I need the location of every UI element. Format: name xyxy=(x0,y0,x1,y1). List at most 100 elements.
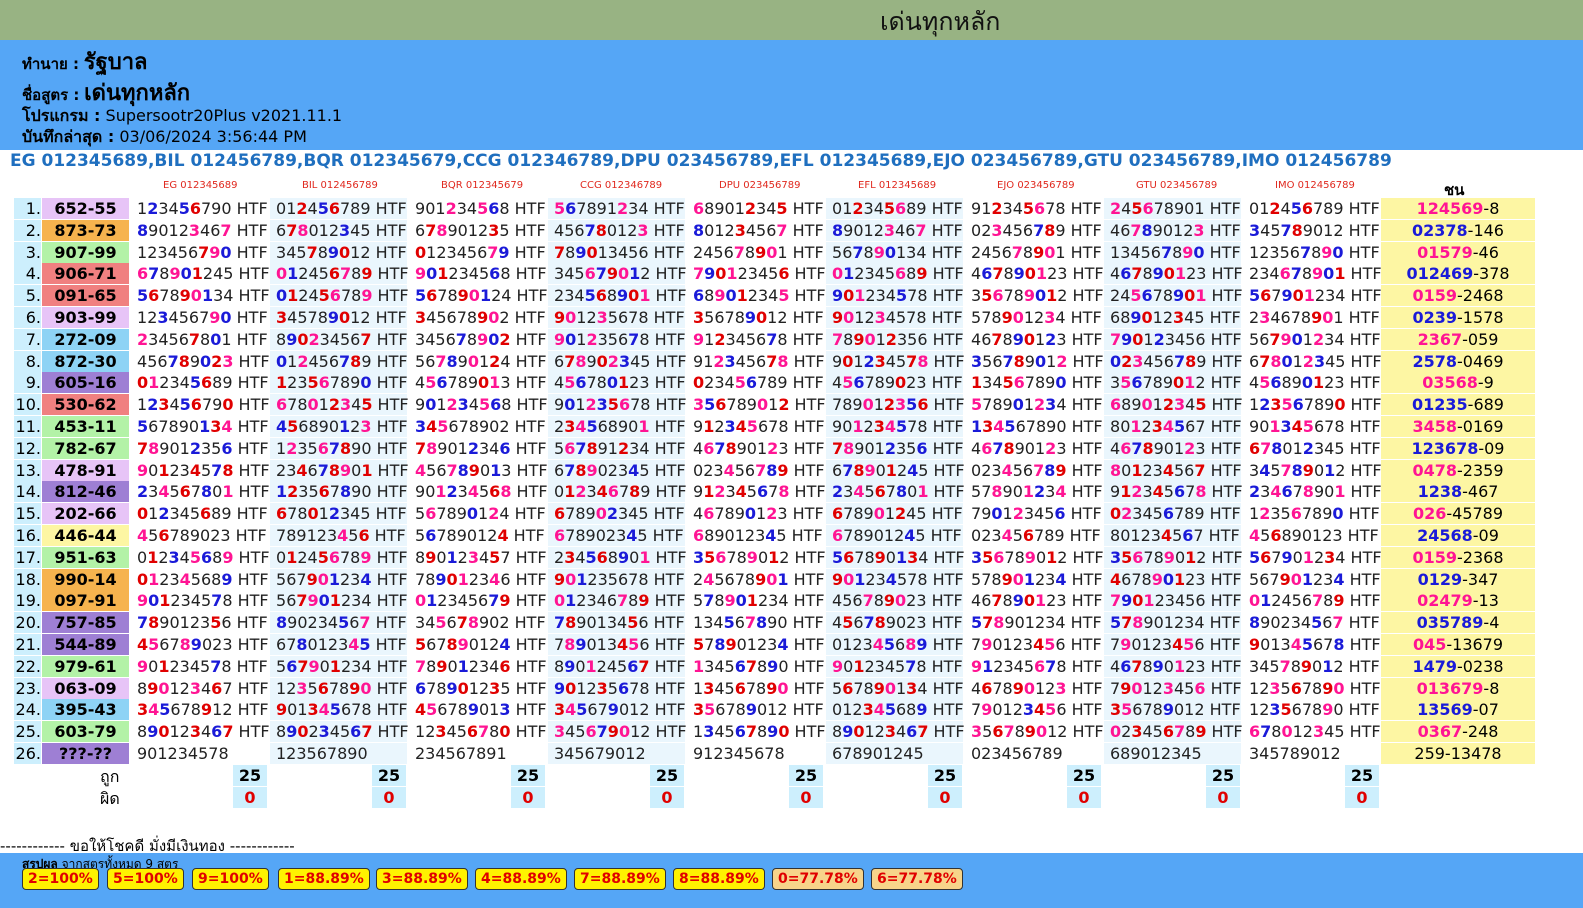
chon-hit: 035789 xyxy=(1416,613,1484,633)
hit-digit: 8 xyxy=(1333,635,1345,654)
hit-digit: 9 xyxy=(575,242,587,262)
hit-digit: 7 xyxy=(617,591,629,611)
formula-cell: 467890123 HTF xyxy=(1104,219,1241,241)
formula-cell: 345678902 HTF xyxy=(409,416,546,437)
miss-count: 0 xyxy=(1067,786,1101,808)
hit-digit: 3 xyxy=(296,678,308,698)
hit-digit: 3 xyxy=(554,722,566,742)
hit-digit: 8 xyxy=(766,460,778,480)
hit-digit: 0 xyxy=(1110,351,1122,371)
hit-digit: 1 xyxy=(576,569,588,589)
formula-cell: 567890134 HTF xyxy=(131,416,269,437)
formula-cell: 567890124 HTF xyxy=(409,503,546,525)
chon-value: 124569-8 xyxy=(1381,198,1535,219)
hit-digit: 3 xyxy=(693,308,705,327)
saved-label: บันทึกล่าสุด : xyxy=(22,127,115,146)
hit-digit: 6 xyxy=(874,482,886,502)
hit-digit: 0 xyxy=(1301,373,1313,393)
hit-digit: 5 xyxy=(137,286,149,306)
formula-cell: 678012345 HTF xyxy=(270,219,407,241)
hit-digit: 6 xyxy=(1162,722,1174,742)
formula-cell: 345679012 HTF xyxy=(548,699,686,721)
hit-digit: 2 xyxy=(296,199,308,218)
hit-digit: 9 xyxy=(1121,329,1133,349)
hit-digit: 4 xyxy=(415,460,427,480)
formula-cell: 678012345 HTF xyxy=(1243,350,1382,372)
hit-digit: 0 xyxy=(595,504,607,524)
hit-digit: 4 xyxy=(565,700,577,720)
hit-digit: 4 xyxy=(1055,482,1067,502)
formula-cell: 134567890 HTF xyxy=(687,655,825,677)
hit-digit: 6 xyxy=(981,678,993,698)
hit-digit: 6 xyxy=(1290,504,1302,524)
formula-cell: 912345678 HTF xyxy=(687,416,825,437)
hit-digit: 1 xyxy=(854,569,866,589)
hit-digit: 9 xyxy=(704,264,716,284)
hit-digit: 9 xyxy=(767,722,779,742)
info-panel: ทำนาย : รัฐบาล ชื่อสูตร : เด่นทุกหลัก โป… xyxy=(0,40,1583,150)
chon-value: 02378-146 xyxy=(1381,219,1535,241)
hit-digit: 9 xyxy=(169,264,181,284)
hit-digit: 3 xyxy=(637,220,649,240)
hit-digit: 6 xyxy=(565,199,577,218)
hit-digit: 1 xyxy=(1260,591,1272,611)
hit-digit: 0 xyxy=(1249,591,1261,611)
hit-digit: 1 xyxy=(638,417,650,436)
formula-cell: 023456789 HTF xyxy=(965,459,1103,481)
hit-digit: 8 xyxy=(297,220,309,240)
formula-cell: 678901245 HTF xyxy=(826,459,965,481)
hit-digit: 0 xyxy=(318,591,330,611)
hit-digit: 1 xyxy=(1023,569,1035,589)
hit-digit: 4 xyxy=(179,569,191,589)
hit-digit: 1 xyxy=(1195,286,1207,306)
hit-digit: 0 xyxy=(1162,569,1174,589)
hit-digit: 1 xyxy=(1046,547,1058,567)
hit-digit: 2 xyxy=(895,504,907,524)
formula-cell: 678902345 HTF xyxy=(548,525,685,546)
hit-digit: 7 xyxy=(328,438,340,458)
hit-digit: 9 xyxy=(1280,329,1292,349)
column-header: CCG 012346789 xyxy=(580,180,663,191)
hit-digit: 0 xyxy=(200,351,212,371)
hit-digit: 1 xyxy=(852,417,864,436)
hit-digit: 4 xyxy=(993,417,1005,436)
formula-cell: 789012356 HTF xyxy=(826,328,964,350)
hit-digit: 9 xyxy=(1001,308,1013,327)
hit-digit: 1 xyxy=(435,482,447,502)
hit-digit: 9 xyxy=(179,286,191,306)
chon-hit: 026 xyxy=(1412,504,1447,524)
hit-digit: 8 xyxy=(832,220,844,240)
formula-cell: 134567890 HTF xyxy=(687,721,826,743)
row-number: 24. xyxy=(14,699,41,721)
formula-cell: 234568901 HTF xyxy=(548,546,687,568)
formula-cell: 912345678 xyxy=(687,743,824,764)
hit-digit: 0 xyxy=(744,504,757,524)
result-number: 812-46 xyxy=(42,481,129,503)
hit-digit: 8 xyxy=(1044,220,1056,240)
formula-cell: 012345689 HTF xyxy=(826,699,964,721)
result-number: 603-79 xyxy=(42,721,129,743)
result-number: 272-09 xyxy=(42,328,129,350)
hit-digit: 6 xyxy=(179,482,191,502)
hit-digit: 3 xyxy=(1193,220,1205,240)
hit-digit: 7 xyxy=(1130,220,1142,240)
hit-digit: 8 xyxy=(457,460,469,480)
formula-cell: 678012345 HTF xyxy=(270,634,407,655)
formula-cell: 345678902 HTF xyxy=(409,612,546,634)
hit-digit: 1 xyxy=(148,569,160,589)
hit-digit: 3 xyxy=(1132,351,1144,371)
hit-digit: 4 xyxy=(276,417,288,436)
result-number: 990-14 xyxy=(42,568,129,590)
hit-digit: 1 xyxy=(1302,547,1314,567)
hit-digit: 0 xyxy=(297,329,309,349)
hit-digit: 8 xyxy=(586,438,598,458)
hit-digit: 8 xyxy=(895,482,908,502)
hit-digit: 6 xyxy=(1034,656,1046,676)
formula-cell: 912345678 HTF xyxy=(1104,481,1243,503)
hit-digit: 6 xyxy=(148,286,160,306)
formula-cell: 901345678 HTF xyxy=(270,699,408,721)
hit-digit: 0 xyxy=(137,373,149,393)
hit-digit: 9 xyxy=(1300,656,1313,676)
hit-digit: 9 xyxy=(575,635,587,654)
formula-cell: 123567890 HTF xyxy=(270,677,408,699)
